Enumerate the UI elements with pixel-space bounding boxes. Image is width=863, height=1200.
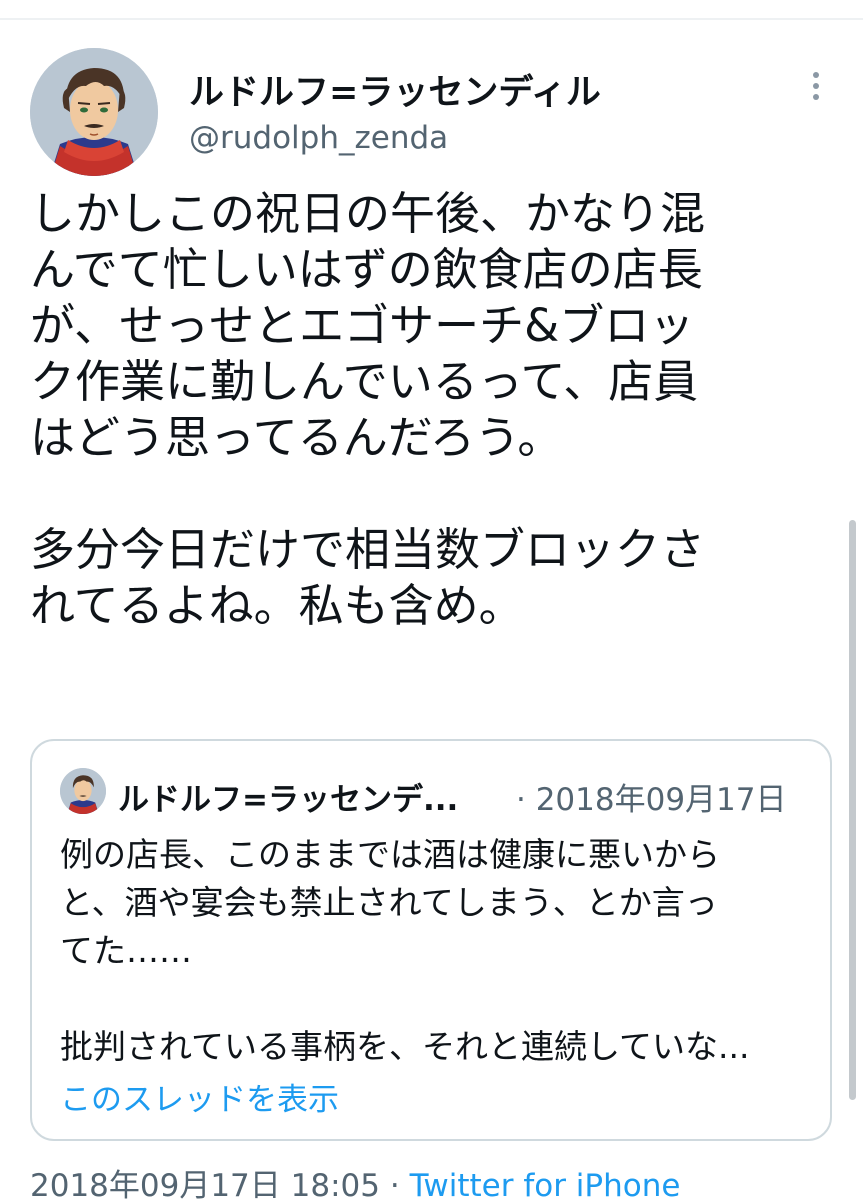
tweet-text: しかしこの祝日の午後、かなり混 んでて忙しいはずの飲食店の店長 が、せっせとエゴ… [30, 187, 706, 632]
quoted-tweet-card[interactable]: ルドルフ=ラッセンデ... · 2018年09月17日 例の店長、このままでは酒… [30, 739, 832, 1141]
tweet-timestamp[interactable]: 2018年09月17日 18:05 [30, 1168, 380, 1200]
quoted-author-name: ルドルフ=ラッセンデ... [118, 782, 459, 818]
show-thread-link[interactable]: このスレッドを表示 [60, 1074, 339, 1119]
quoted-tweet-date: · 2018年09月17日 [516, 782, 787, 818]
author-handle[interactable]: @rudolph_zenda [189, 120, 448, 156]
author-display-name[interactable]: ルドルフ=ラッセンディル [189, 64, 601, 115]
quoted-author-avatar [60, 768, 106, 814]
top-divider [0, 18, 863, 20]
tweet-detail-page: ルドルフ=ラッセンディル @rudolph_zenda しかしこの祝日の午後、か… [0, 0, 863, 1200]
illustrated-portrait-avatar-icon [30, 48, 158, 176]
quoted-avatar-portrait-icon [60, 768, 106, 814]
author-avatar[interactable] [30, 48, 158, 176]
tweet-timestamp-row: 2018年09月17日 18:05 · Twitter for iPhone [30, 1160, 680, 1200]
timestamp-separator: · [389, 1168, 400, 1200]
more-options-icon[interactable] [806, 72, 826, 108]
quoted-tweet-text: 例の店長、このままでは酒は健康に悪いから と、酒や宴会も禁止されてしまう、とか言… [60, 835, 750, 1066]
tweet-source-link[interactable]: Twitter for iPhone [410, 1168, 681, 1200]
scrollbar[interactable] [849, 520, 856, 1100]
